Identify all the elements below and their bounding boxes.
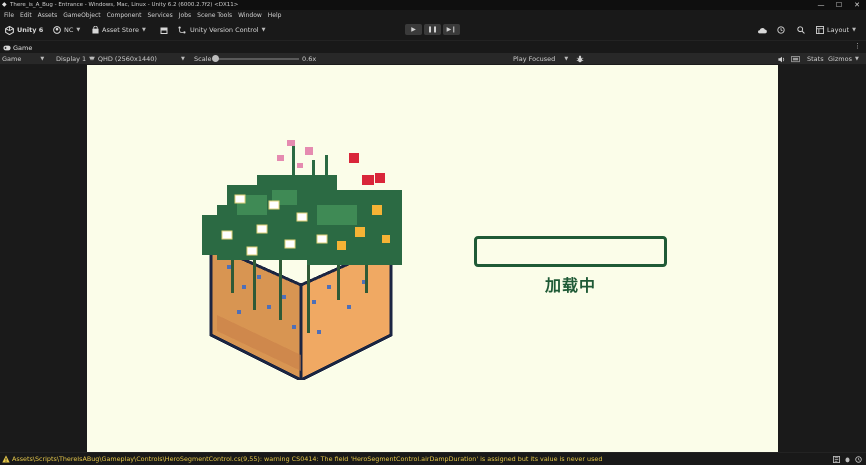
play-button[interactable]: ▶	[405, 24, 422, 35]
maximize-button[interactable]: ☐	[830, 0, 848, 10]
hierarchy-icon[interactable]	[833, 456, 840, 463]
display-label: Display 1	[56, 55, 87, 63]
layout-label: Layout	[827, 26, 850, 34]
search-button[interactable]	[797, 24, 805, 36]
console-warning-message[interactable]: Assets\Scripts\ThereIsABug\Gameplay\Cont…	[12, 455, 602, 463]
flower-planter-illustration	[202, 140, 402, 380]
screenshot-button[interactable]	[791, 53, 800, 65]
menu-gameobject[interactable]: GameObject	[63, 12, 100, 19]
scale-value: 0.6x	[302, 55, 317, 63]
history-icon	[777, 26, 785, 34]
play-focus-label: Play Focused	[513, 55, 556, 63]
loading-progress-bar	[474, 236, 667, 267]
scale-slider-track[interactable]	[215, 58, 299, 60]
more-options-icon[interactable]: ⋮	[854, 42, 861, 50]
cloud-icon	[758, 27, 767, 33]
bug-report-button[interactable]	[576, 53, 584, 65]
debug-icon[interactable]	[844, 456, 851, 463]
chevron-down-icon: ▼	[40, 56, 45, 62]
chevron-down-icon: ▼	[261, 27, 266, 33]
console-status-bar[interactable]: Assets\Scripts\ThereIsABug\Gameplay\Cont…	[0, 452, 866, 465]
chevron-down-icon: ▼	[142, 27, 146, 33]
menu-scene-tools[interactable]: Scene Tools	[197, 12, 232, 19]
account-dropdown[interactable]: NC ▼	[53, 24, 80, 36]
stats-button[interactable]: Stats	[807, 53, 824, 65]
menu-edit[interactable]: Edit	[20, 12, 32, 19]
gamepad-icon	[3, 45, 11, 50]
layout-icon	[816, 26, 824, 34]
menu-component[interactable]: Component	[107, 12, 142, 19]
account-icon	[53, 26, 61, 34]
gizmos-label: Gizmos	[828, 55, 852, 63]
layout-dropdown[interactable]: Layout ▼	[816, 24, 856, 36]
loading-text: 加载中	[544, 276, 596, 295]
step-button[interactable]: ▶❙	[443, 24, 460, 35]
status-bar-icons	[833, 456, 862, 463]
game-view-toolbar: Game ▼ Display 1 ▼ ▼ QHD (2560x1440) ▼ S…	[0, 53, 866, 65]
unity-version-label: Unity 6	[17, 26, 44, 34]
menu-file[interactable]: File	[4, 12, 14, 19]
history-button[interactable]	[777, 24, 785, 36]
window-controls: — ☐ ✕	[812, 0, 866, 10]
menu-services[interactable]: Services	[147, 12, 172, 19]
cloud-button[interactable]	[757, 24, 767, 36]
package-button[interactable]	[160, 24, 168, 36]
unity-cube-icon	[5, 25, 14, 35]
window-titlebar: ◆ There_is_A_Bug - Entrance - Windows, M…	[0, 0, 866, 10]
chevron-down-icon: ▼	[564, 56, 569, 62]
chevron-down-icon: ▼	[76, 27, 81, 33]
shopping-bag-icon	[92, 26, 99, 34]
speaker-icon	[778, 56, 785, 62]
resolution-dropdown[interactable]: ▼ QHD (2560x1440) ▼	[91, 53, 185, 65]
chevron-down-icon: ▼	[852, 27, 856, 33]
play-focus-dropdown[interactable]: Play Focused ▼	[513, 53, 568, 65]
window-title: There_is_A_Bug - Entrance - Windows, Mac…	[10, 2, 239, 8]
chevron-down-icon: ▼	[854, 56, 859, 62]
resolution-label: QHD (2560x1440)	[97, 55, 157, 63]
progress-spinner-icon[interactable]	[855, 456, 862, 463]
scale-slider-handle[interactable]	[212, 55, 219, 62]
monitor-icon	[791, 55, 800, 62]
version-control-icon	[178, 26, 186, 34]
pause-icon: ❚❚	[427, 26, 438, 33]
display-dropdown[interactable]: Display 1 ▼	[56, 53, 93, 65]
menu-jobs[interactable]: Jobs	[179, 12, 191, 19]
game-viewport[interactable]: 加载中	[0, 65, 866, 452]
tab-game-label: Game	[13, 43, 33, 52]
menu-window[interactable]: Window	[238, 12, 262, 19]
chevron-down-icon: ▼	[91, 56, 95, 62]
menu-assets[interactable]: Assets	[38, 12, 58, 19]
play-icon: ▶	[411, 26, 416, 33]
close-button[interactable]: ✕	[848, 0, 866, 10]
version-control-dropdown[interactable]: Unity Version Control ▼	[178, 24, 265, 36]
asset-store-label: Asset Store	[102, 26, 140, 34]
search-icon	[797, 26, 805, 34]
tab-game[interactable]: Game	[3, 42, 32, 53]
unity-home-button[interactable]: Unity 6	[5, 24, 43, 36]
menu-help[interactable]: Help	[268, 12, 282, 19]
gizmos-dropdown[interactable]: Gizmos ▼	[828, 53, 859, 65]
asset-store-dropdown[interactable]: Asset Store ▼	[92, 24, 146, 36]
account-label: NC	[64, 26, 74, 34]
tab-bar: Game ⋮	[0, 40, 866, 52]
unity-logo-icon: ◆	[2, 1, 7, 8]
menu-bar: File Edit Assets GameObject Component Se…	[0, 10, 866, 20]
scale-label: Scale	[194, 55, 212, 63]
warning-icon	[2, 455, 10, 463]
step-icon: ▶❙	[446, 26, 457, 33]
chevron-down-icon: ▼	[180, 56, 185, 62]
playback-controls: ▶ ❚❚ ▶❙	[405, 24, 460, 35]
minimize-button[interactable]: —	[812, 0, 830, 10]
bug-icon	[576, 55, 584, 63]
view-mode-dropdown[interactable]: Game ▼	[2, 53, 44, 65]
mute-audio-button[interactable]	[778, 53, 786, 65]
version-control-label: Unity Version Control	[190, 26, 259, 34]
game-render-area[interactable]: 加载中	[87, 65, 778, 452]
package-icon	[160, 27, 168, 34]
view-mode-label: Game	[2, 55, 22, 63]
pause-button[interactable]: ❚❚	[424, 24, 441, 35]
